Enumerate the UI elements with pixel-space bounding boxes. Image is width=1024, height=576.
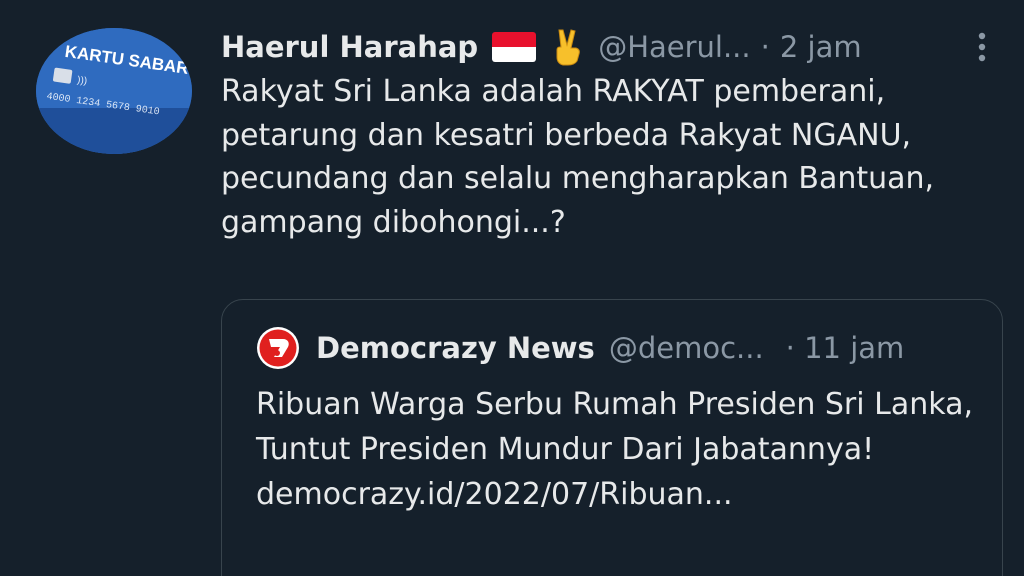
indonesia-flag-icon xyxy=(492,32,537,62)
separator-dot: · xyxy=(760,30,770,64)
democrazy-logo-icon xyxy=(257,327,299,369)
tweet-header: Haerul Harahap @Haerul... · 2 jam xyxy=(221,26,862,68)
more-vertical-icon[interactable] xyxy=(972,28,992,68)
quoted-tweet-header: Democrazy News @democ... · 11 jam xyxy=(256,326,904,370)
quoted-timestamp[interactable]: 11 jam xyxy=(804,331,904,365)
svg-text:))): ))) xyxy=(76,75,87,87)
quoted-author-handle[interactable]: @democ... xyxy=(609,331,764,365)
tweet-card[interactable]: KARTU SABAR ))) 4000 1234 5678 9010 Haer… xyxy=(0,0,1024,576)
victory-hand-icon xyxy=(556,29,581,66)
tweet-timestamp[interactable]: 2 jam xyxy=(780,30,862,64)
tweet-text: Rakyat Sri Lanka adalah RAKYAT pemberani… xyxy=(221,74,935,240)
quoted-tweet-link[interactable]: democrazy.id/2022/07/Ribuan... xyxy=(256,472,976,517)
quoted-tweet-body: Ribuan Warga Serbu Rumah Presiden Sri La… xyxy=(256,382,976,517)
quoted-tweet-text: Ribuan Warga Serbu Rumah Presiden Sri La… xyxy=(256,387,973,467)
author-handle[interactable]: @Haerul... xyxy=(598,30,750,64)
quoted-tweet[interactable]: Democrazy News @democ... · 11 jam Ribuan… xyxy=(221,299,1003,576)
quoted-author-name[interactable]: Democrazy News xyxy=(316,331,595,365)
avatar-card-image: KARTU SABAR ))) 4000 1234 5678 9010 xyxy=(36,28,192,154)
author-name[interactable]: Haerul Harahap xyxy=(221,30,478,64)
avatar[interactable]: KARTU SABAR ))) 4000 1234 5678 9010 xyxy=(36,28,192,154)
quoted-separator-dot: · xyxy=(785,331,795,365)
